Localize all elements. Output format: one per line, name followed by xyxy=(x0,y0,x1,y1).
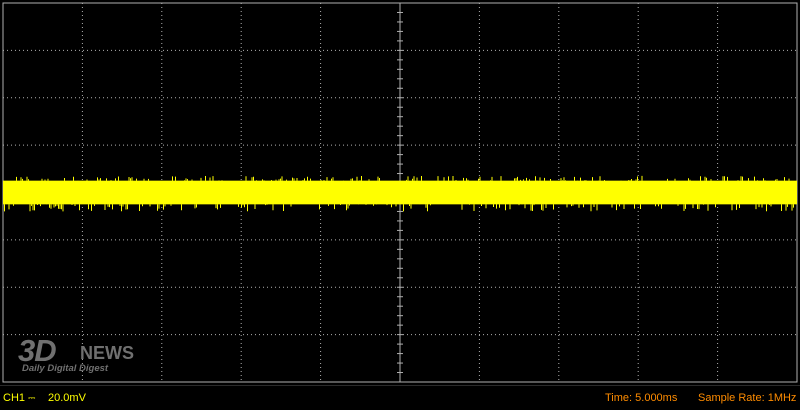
channel-name: CH1 xyxy=(3,392,26,404)
status-bar: CH1 ⎓ 20.0mV Time: 5.000ms Sample Rate: … xyxy=(0,385,800,410)
watermark-tagline: Daily Digital Digest xyxy=(22,363,109,374)
sample-rate-readout[interactable]: Sample Rate: 1MHz xyxy=(698,392,796,404)
channel-label[interactable]: CH1 ⎓ xyxy=(3,392,35,404)
oscilloscope-screen: 3D NEWS Daily Digital Digest CH1 ⎓ 20.0m… xyxy=(0,0,800,410)
waveform-plot xyxy=(0,0,800,385)
noise-band xyxy=(3,180,797,205)
dc-coupling-icon: ⎓ xyxy=(28,394,36,404)
timebase-readout[interactable]: Time: 5.000ms xyxy=(605,392,677,404)
volts-per-div[interactable]: 20.0mV xyxy=(48,392,86,404)
3dnews-watermark: 3D NEWS Daily Digital Digest xyxy=(18,333,158,379)
watermark-logo-sub: NEWS xyxy=(80,343,134,363)
